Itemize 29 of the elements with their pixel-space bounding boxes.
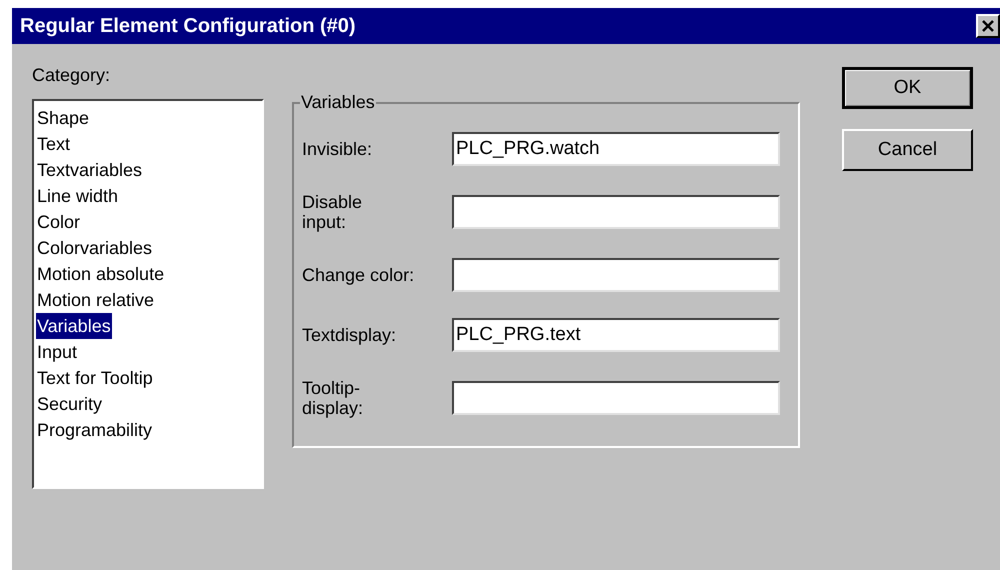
category-item[interactable]: Variables: [36, 313, 112, 339]
window-title: Regular Element Configuration (#0): [20, 14, 356, 39]
category-item[interactable]: Motion absolute: [36, 261, 166, 287]
close-icon: [982, 20, 994, 32]
input-field[interactable]: [452, 258, 780, 292]
category-item[interactable]: Shape: [36, 105, 90, 131]
category-item[interactable]: Text for Tooltip: [36, 365, 154, 391]
field-label: Disable input:: [302, 192, 364, 232]
dialog-button[interactable]: OK: [842, 67, 973, 109]
category-item[interactable]: Colorvariables: [36, 235, 154, 261]
close-button[interactable]: [976, 14, 1000, 38]
field-label: Tooltip- display:: [302, 378, 364, 418]
input-field[interactable]: PLC_PRG.watch: [452, 132, 780, 166]
input-field[interactable]: PLC_PRG.text: [452, 318, 780, 352]
input-field[interactable]: [452, 381, 780, 415]
field-label: Textdisplay:: [302, 325, 398, 345]
category-item[interactable]: Motion relative: [36, 287, 156, 313]
category-item[interactable]: Security: [36, 391, 104, 417]
input-field[interactable]: [452, 195, 780, 229]
category-item[interactable]: Line width: [36, 183, 120, 209]
field-label: Change color:: [302, 265, 416, 285]
dialog-button[interactable]: Cancel: [842, 129, 973, 171]
category-label: Category:: [32, 64, 112, 87]
category-item[interactable]: Programability: [36, 417, 154, 443]
category-item[interactable]: Input: [36, 339, 78, 365]
field-label: Invisible:: [302, 139, 374, 159]
category-item[interactable]: Textvariables: [36, 157, 144, 183]
category-item[interactable]: Text: [36, 131, 72, 157]
category-item[interactable]: Color: [36, 209, 82, 235]
